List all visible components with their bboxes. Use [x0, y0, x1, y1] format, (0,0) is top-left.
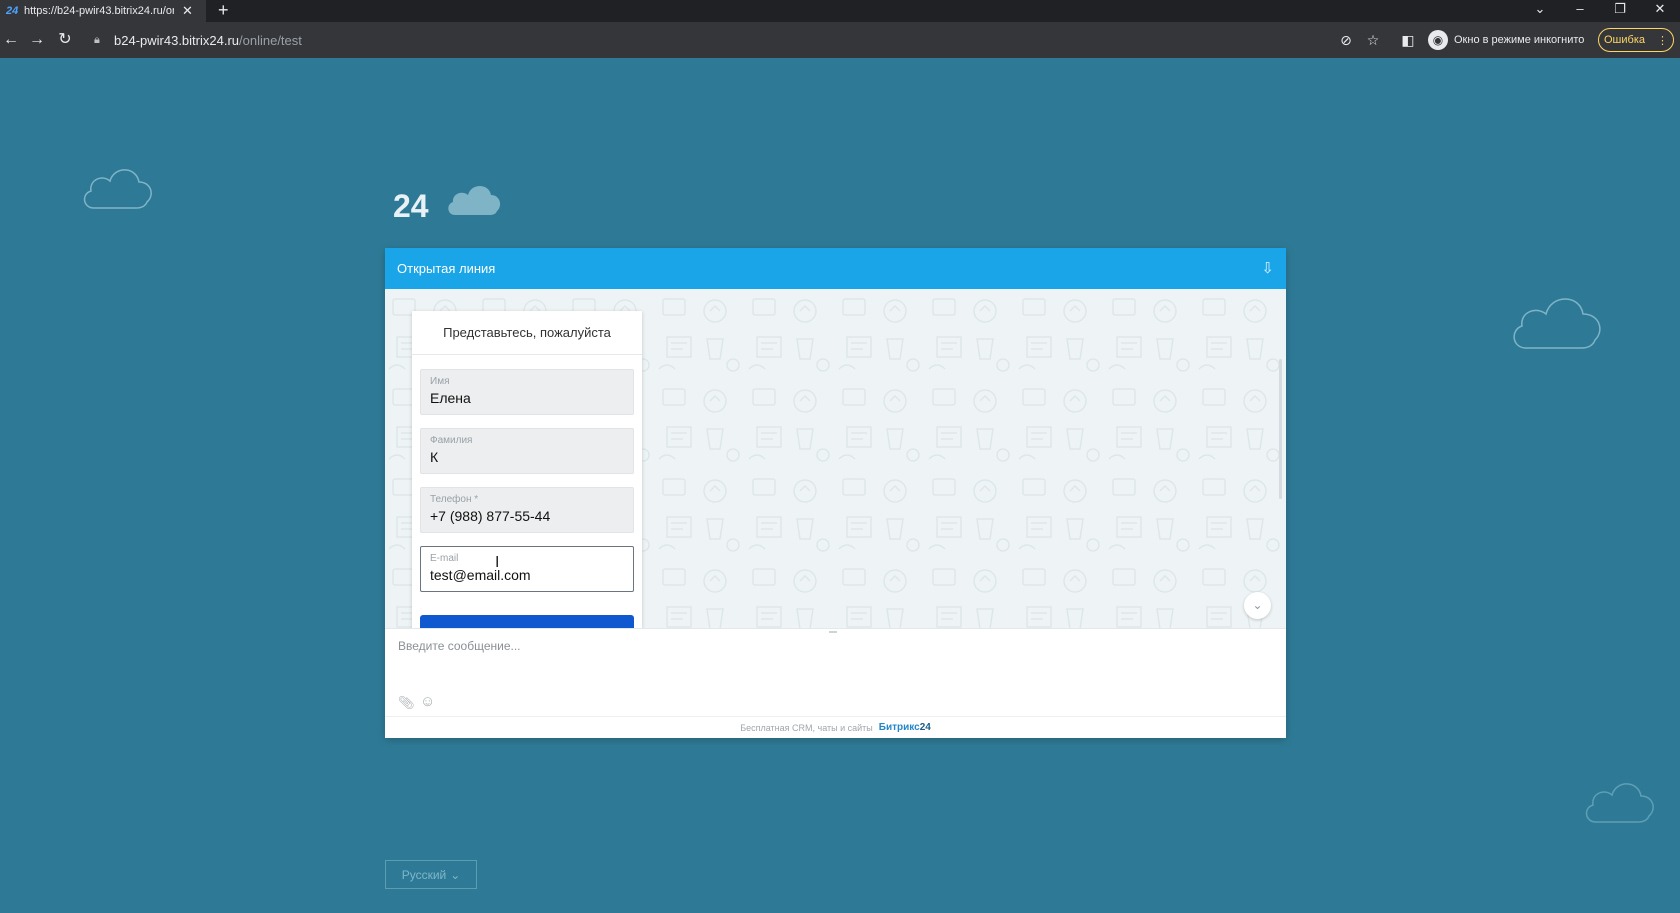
widget-footer: Бесплатная CRM, чаты и сайты Битрикс24: [385, 716, 1286, 738]
phone-value[interactable]: +7 (988) 877-55-44: [430, 508, 550, 524]
back-button[interactable]: ←: [0, 29, 22, 51]
chat-area: Представьтесь, пожалуйста Имя Елена Фами…: [385, 289, 1286, 628]
minimize-button[interactable]: –: [1568, 0, 1592, 22]
bookmark-star-icon[interactable]: ☆: [1363, 30, 1383, 50]
first-name-value[interactable]: Елена: [430, 390, 471, 406]
last-name-field[interactable]: Фамилия К: [420, 428, 634, 474]
close-tab-icon[interactable]: ✕: [182, 3, 193, 19]
bitrix24-favicon-icon: 24: [6, 5, 19, 17]
submit-button[interactable]: [420, 615, 634, 628]
widget-title: Открытая линия: [397, 261, 496, 276]
footer-text: Бесплатная CRM, чаты и сайты: [740, 722, 873, 733]
first-name-label: Имя: [430, 376, 450, 387]
language-label: Русский: [401, 867, 447, 882]
chevron-down-icon: ⌄: [1252, 598, 1263, 612]
intro-form: Представьтесь, пожалуйста Имя Елена Фами…: [412, 311, 642, 628]
url-text: b24-pwir43.bitrix24.ru/online/test: [114, 32, 302, 48]
new-tab-button[interactable]: +: [218, 0, 229, 22]
phone-field[interactable]: Телефон * +7 (988) 877-55-44: [420, 487, 634, 533]
kebab-menu-icon: ⋮: [1657, 34, 1668, 47]
resize-handle[interactable]: [829, 631, 837, 633]
language-select[interactable]: Русский ⌄: [385, 860, 477, 889]
browser-toolbar: ← → ↻ 🔒︎ b24-pwir43.bitrix24.ru/online/t…: [0, 22, 1680, 58]
error-button[interactable]: Ошибка ⋮: [1598, 28, 1674, 52]
email-field[interactable]: E-mail test@email.com I: [420, 546, 634, 592]
form-title: Представьтесь, пожалуйста: [443, 325, 611, 340]
scroll-down-button[interactable]: ⌄: [1244, 592, 1271, 619]
paperclip-icon[interactable]: 📎︎: [398, 695, 415, 711]
chevron-down-icon: ⌄: [450, 867, 461, 882]
reload-button[interactable]: ↻: [54, 29, 76, 51]
cloud-icon: [83, 169, 152, 209]
download-icon[interactable]: ⇩: [1261, 259, 1274, 277]
first-name-field[interactable]: Имя Елена: [420, 369, 634, 415]
phone-label: Телефон *: [430, 494, 479, 505]
restore-button[interactable]: ❐: [1608, 0, 1632, 22]
close-window-button[interactable]: ✕: [1648, 0, 1672, 22]
message-composer: 📎︎ ☺: [385, 628, 1286, 716]
error-label: Ошибка: [1604, 34, 1645, 46]
incognito-indicator[interactable]: ◉ Окно в режиме инкогнито: [1428, 28, 1584, 52]
bitrix24-logo: 24: [393, 185, 503, 225]
tab-title: https://b24-pwir43.bitrix24.ru/online/te…: [24, 5, 174, 17]
browser-tab-bar: 24 https://b24-pwir43.bitrix24.ru/online…: [0, 0, 1680, 22]
tab-search-icon[interactable]: ⌄: [1528, 0, 1552, 22]
text-cursor-icon: I: [495, 553, 500, 571]
smile-icon[interactable]: ☺: [420, 693, 435, 710]
open-line-widget: Открытая линия ⇩ Представьтесь, пожалуйс…: [385, 248, 1286, 738]
incognito-label: Окно в режиме инкогнито: [1454, 34, 1585, 46]
chat-scrollbar[interactable]: [1279, 359, 1282, 499]
logo-cloud-icon: [447, 185, 500, 215]
widget-header: Открытая линия ⇩: [385, 248, 1286, 289]
email-label: E-mail: [430, 553, 459, 564]
tracking-protection-icon[interactable]: ⊘: [1336, 30, 1356, 50]
cloud-icon: [1513, 298, 1601, 349]
browser-tab[interactable]: 24 https://b24-pwir43.bitrix24.ru/online…: [0, 0, 206, 22]
lock-icon[interactable]: 🔒︎: [94, 34, 110, 47]
side-panel-icon[interactable]: ◧: [1398, 30, 1418, 50]
logo-text: 24: [393, 188, 429, 224]
message-input[interactable]: [398, 639, 1268, 653]
last-name-label: Фамилия: [430, 435, 473, 446]
footer-brand-link[interactable]: Битрикс24: [879, 722, 931, 733]
form-divider: [412, 354, 642, 355]
forward-button[interactable]: →: [26, 29, 48, 51]
email-value[interactable]: test@email.com: [430, 567, 531, 583]
last-name-value[interactable]: К: [430, 449, 438, 465]
cloud-icon: [1585, 783, 1654, 823]
incognito-icon: ◉: [1428, 30, 1448, 50]
